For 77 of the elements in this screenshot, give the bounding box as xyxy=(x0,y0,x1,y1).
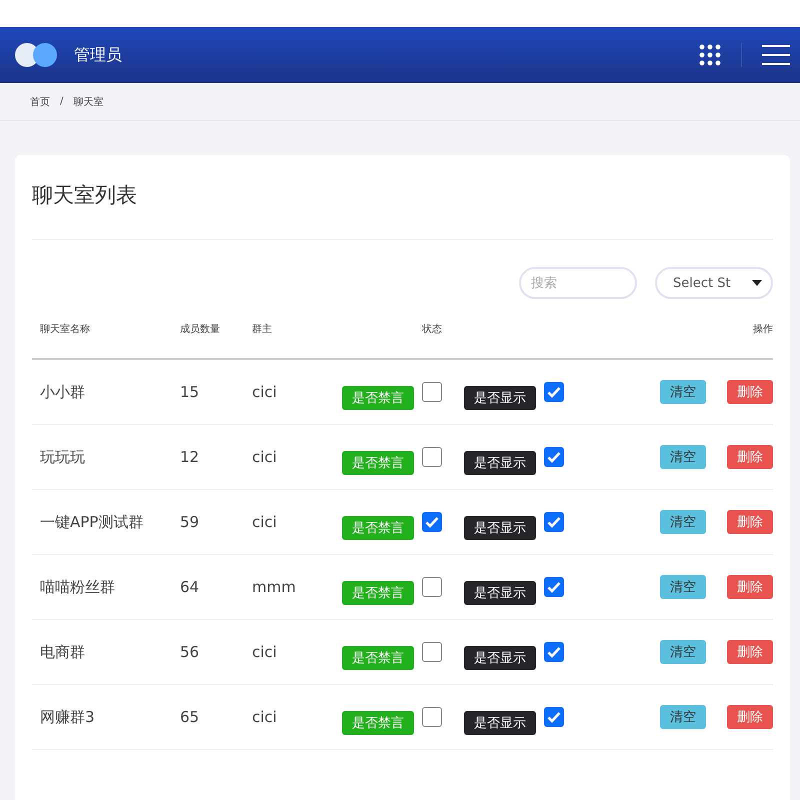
table-cell-text: 64 xyxy=(180,578,200,596)
mute-label: 是否禁言 xyxy=(342,451,414,475)
search-field[interactable]: 搜索 xyxy=(519,267,637,299)
show-checkbox[interactable] xyxy=(544,382,564,402)
table-cell-text: cici xyxy=(252,383,278,401)
clear-button[interactable]: 清空 xyxy=(660,445,706,469)
column-header: 状态 xyxy=(421,322,443,336)
column-header: 操作 xyxy=(752,322,773,336)
check-icon xyxy=(547,451,561,463)
menu-icon[interactable] xyxy=(762,44,790,66)
mute-label: 是否禁言 xyxy=(342,516,414,540)
table-cell-text: 网赚群3 xyxy=(39,708,96,726)
column-header: 成员数量 xyxy=(180,322,221,336)
table-cell-text: 59 xyxy=(180,513,200,531)
show-checkbox[interactable] xyxy=(544,642,564,662)
show-label: 是否显示 xyxy=(464,581,536,605)
table-cell-text: mmm xyxy=(252,578,297,596)
show-label: 是否显示 xyxy=(464,386,536,410)
show-checkbox[interactable] xyxy=(544,512,564,532)
show-checkbox[interactable] xyxy=(544,577,564,597)
breadcrumb-separator: / xyxy=(60,96,64,107)
mute-checkbox[interactable] xyxy=(422,642,442,662)
check-icon xyxy=(547,646,561,658)
mute-checkbox[interactable] xyxy=(422,382,442,402)
delete-button[interactable]: 删除 xyxy=(727,705,773,729)
clear-button[interactable]: 清空 xyxy=(660,705,706,729)
table-cell-text: cici xyxy=(252,513,278,531)
status-select[interactable]: Select St xyxy=(655,267,773,299)
delete-button[interactable]: 删除 xyxy=(727,640,773,664)
delete-button[interactable]: 删除 xyxy=(727,445,773,469)
mute-label: 是否禁言 xyxy=(342,386,414,410)
apps-icon[interactable] xyxy=(699,44,721,66)
table-cell-text: 小小群 xyxy=(39,382,86,402)
clear-button[interactable]: 清空 xyxy=(660,510,706,534)
mute-label: 是否禁言 xyxy=(342,581,414,605)
mute-checkbox[interactable] xyxy=(422,577,442,597)
clear-button[interactable]: 清空 xyxy=(660,640,706,664)
check-icon xyxy=(547,386,561,398)
mute-checkbox[interactable] xyxy=(422,707,442,727)
breadcrumb-item: 聊天室 xyxy=(73,96,104,108)
table-cell-text: 一键APP测试群 xyxy=(39,512,144,532)
show-label: 是否显示 xyxy=(464,646,536,670)
show-label: 是否显示 xyxy=(464,711,536,735)
table-cell-text: cici xyxy=(252,643,278,661)
table-cell-text: 56 xyxy=(180,643,200,661)
show-label: 是否显示 xyxy=(464,451,536,475)
check-icon xyxy=(547,711,561,723)
caret-icon xyxy=(752,280,762,286)
check-icon xyxy=(547,516,561,528)
table-cell-text: 电商群 xyxy=(39,642,86,662)
table-cell-text: 玩玩玩 xyxy=(39,448,86,466)
clear-button[interactable]: 清空 xyxy=(660,380,706,404)
mute-label: 是否禁言 xyxy=(342,711,414,735)
table-cell-text: 15 xyxy=(180,383,200,401)
table-cell-text: 65 xyxy=(180,708,200,726)
check-icon xyxy=(425,516,439,528)
mute-checkbox[interactable] xyxy=(422,447,442,467)
table-cell-text: 喵喵粉丝群 xyxy=(39,578,116,596)
column-header: 聊天室名称 xyxy=(39,322,91,336)
show-label: 是否显示 xyxy=(464,516,536,540)
clear-button[interactable]: 清空 xyxy=(660,575,706,599)
show-checkbox[interactable] xyxy=(544,707,564,727)
card-title: 聊天室列表 xyxy=(32,155,773,240)
column-header: 群主 xyxy=(252,322,273,336)
logo-icon xyxy=(14,42,58,68)
table-cell-text: cici xyxy=(252,448,278,466)
show-checkbox[interactable] xyxy=(544,447,564,467)
table-cell-text: cici xyxy=(252,708,278,726)
delete-button[interactable]: 删除 xyxy=(727,510,773,534)
check-icon xyxy=(547,581,561,593)
mute-label: 是否禁言 xyxy=(342,646,414,670)
table-cell-text: 12 xyxy=(180,448,200,466)
mute-checkbox[interactable] xyxy=(422,512,442,532)
delete-button[interactable]: 删除 xyxy=(727,575,773,599)
delete-button[interactable]: 删除 xyxy=(727,380,773,404)
breadcrumb-item[interactable]: 首页 xyxy=(30,94,50,108)
user-title: 管理员 xyxy=(74,44,122,66)
